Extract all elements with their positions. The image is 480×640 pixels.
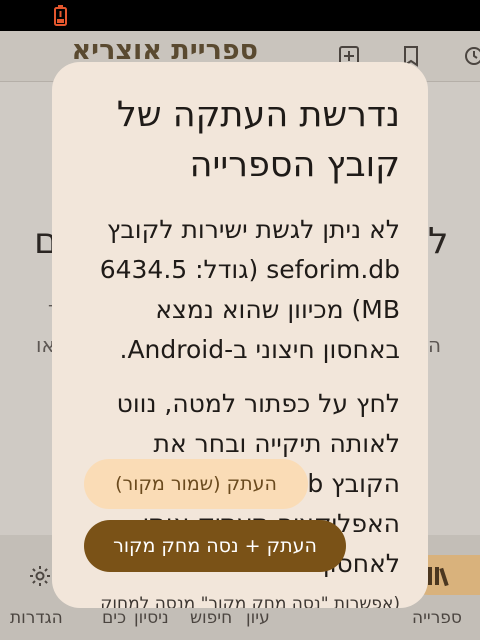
background-text: ה <box>428 333 442 357</box>
nav-label-partial: כים <box>102 608 127 628</box>
nav-label-settings[interactable]: הגדרות <box>10 608 63 628</box>
background-heading: ל <box>428 221 449 262</box>
nav-label-partial: חיפוש <box>190 608 233 628</box>
nav-label-partial: עיון <box>246 608 270 628</box>
gear-icon[interactable] <box>28 564 52 588</box>
battery-low-icon <box>54 5 67 26</box>
copy-required-dialog: נדרשת העתקה של קובץ הספרייה לא ניתן לגשת… <box>52 62 428 608</box>
library-books-icon[interactable] <box>426 565 454 587</box>
dialog-footnote: (אפשרות "נסה מחק מקור" מנסה למחוק לאחר ה… <box>100 594 400 608</box>
nav-label-library[interactable]: ספרייה <box>412 608 462 628</box>
history-icon[interactable] <box>462 45 480 67</box>
nav-label-partial: ניסיון <box>134 608 169 628</box>
copy-keep-source-button[interactable]: העתק (שמור מקור) <box>84 459 308 509</box>
copy-delete-source-button[interactable]: העתק + נסה מחק מקור <box>84 520 346 572</box>
status-bar <box>0 0 480 31</box>
dialog-title: נדרשת העתקה של קובץ הספרייה <box>116 95 400 185</box>
dialog-paragraph: לא ניתן לגשת ישירות לקובץ seforim.db (גו… <box>99 215 400 364</box>
